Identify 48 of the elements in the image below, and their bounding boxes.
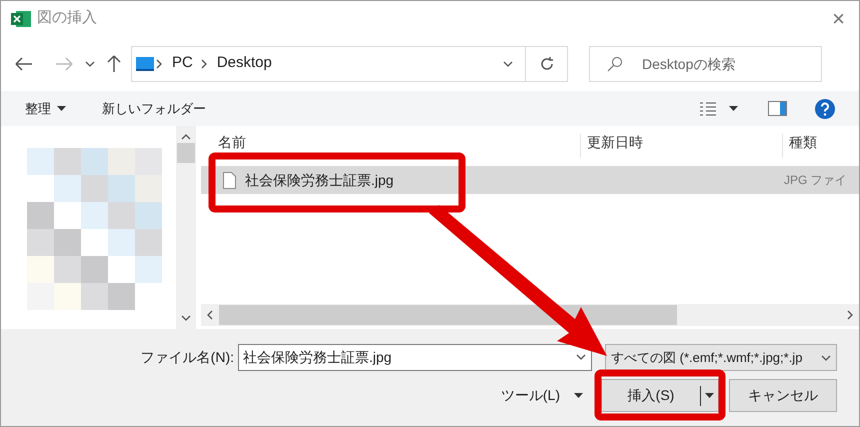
- organize-button[interactable]: 整理: [25, 98, 66, 118]
- cancel-button[interactable]: キャンセル: [729, 379, 837, 412]
- chevron-right-icon: [154, 58, 164, 68]
- breadcrumb[interactable]: PC: [172, 52, 193, 75]
- column-header[interactable]: 種類: [789, 134, 817, 150]
- chevron-right-icon: [198, 58, 209, 68]
- scroll-thumb[interactable]: [177, 142, 195, 162]
- monitor-icon: [136, 56, 154, 70]
- caret-icon: [574, 393, 583, 398]
- chevron-left-icon: [205, 310, 215, 320]
- view-list-icon[interactable]: [699, 100, 717, 116]
- column-header[interactable]: 名前: [218, 134, 246, 150]
- back-arrow-icon[interactable]: [15, 56, 33, 70]
- chevron-down-icon: [181, 313, 191, 323]
- filename-field[interactable]: 社会保険労務士証票.jpg: [238, 344, 592, 371]
- caret-icon: [729, 106, 738, 111]
- address-bar[interactable]: PC Desktop: [131, 46, 568, 82]
- scroll-thumb[interactable]: [219, 305, 677, 325]
- chevron-down-icon: [503, 58, 513, 68]
- refresh-icon: [538, 56, 554, 72]
- filename-label: ファイル名(N):: [140, 348, 234, 367]
- close-button[interactable]: ×: [832, 8, 845, 30]
- chevron-right-icon: [845, 310, 855, 320]
- caret-icon: [57, 106, 66, 111]
- tools-button[interactable]: ツール(L): [500, 385, 583, 406]
- up-arrow-icon[interactable]: [107, 54, 121, 72]
- chevron-down-icon[interactable]: [85, 60, 95, 66]
- preview-pane-icon[interactable]: [768, 101, 787, 116]
- column-header[interactable]: 更新日時: [587, 134, 643, 150]
- spreadsheet-app-icon: [11, 10, 31, 28]
- vertical-scrollbar[interactable]: [176, 126, 196, 329]
- search-field[interactable]: Desktopの検索: [589, 46, 822, 82]
- horizontal-scrollbar[interactable]: [201, 304, 859, 326]
- file-type: JPG ファイ: [784, 172, 847, 189]
- file-type-dropdown[interactable]: すべての図 (*.emf;*.wmf;*.jpg;*.jp: [605, 344, 837, 371]
- insert-button[interactable]: 挿入(S): [601, 379, 719, 412]
- help-icon[interactable]: [815, 98, 835, 118]
- breadcrumb[interactable]: Desktop: [216, 52, 272, 75]
- file-row[interactable]: 社会保険労務士証票.jpg JPG ファイ: [201, 166, 859, 194]
- file-name: 社会保険労務士証票.jpg: [245, 170, 395, 190]
- chevron-down-icon: [576, 352, 586, 362]
- chevron-down-icon: [821, 352, 831, 362]
- file-icon: [223, 172, 236, 188]
- window-title: 図の挿入: [37, 8, 97, 28]
- chevron-up-icon: [181, 132, 191, 142]
- new-folder-button[interactable]: 新しいフォルダー: [102, 98, 206, 118]
- caret-icon: [705, 393, 714, 398]
- search-icon: [607, 56, 623, 72]
